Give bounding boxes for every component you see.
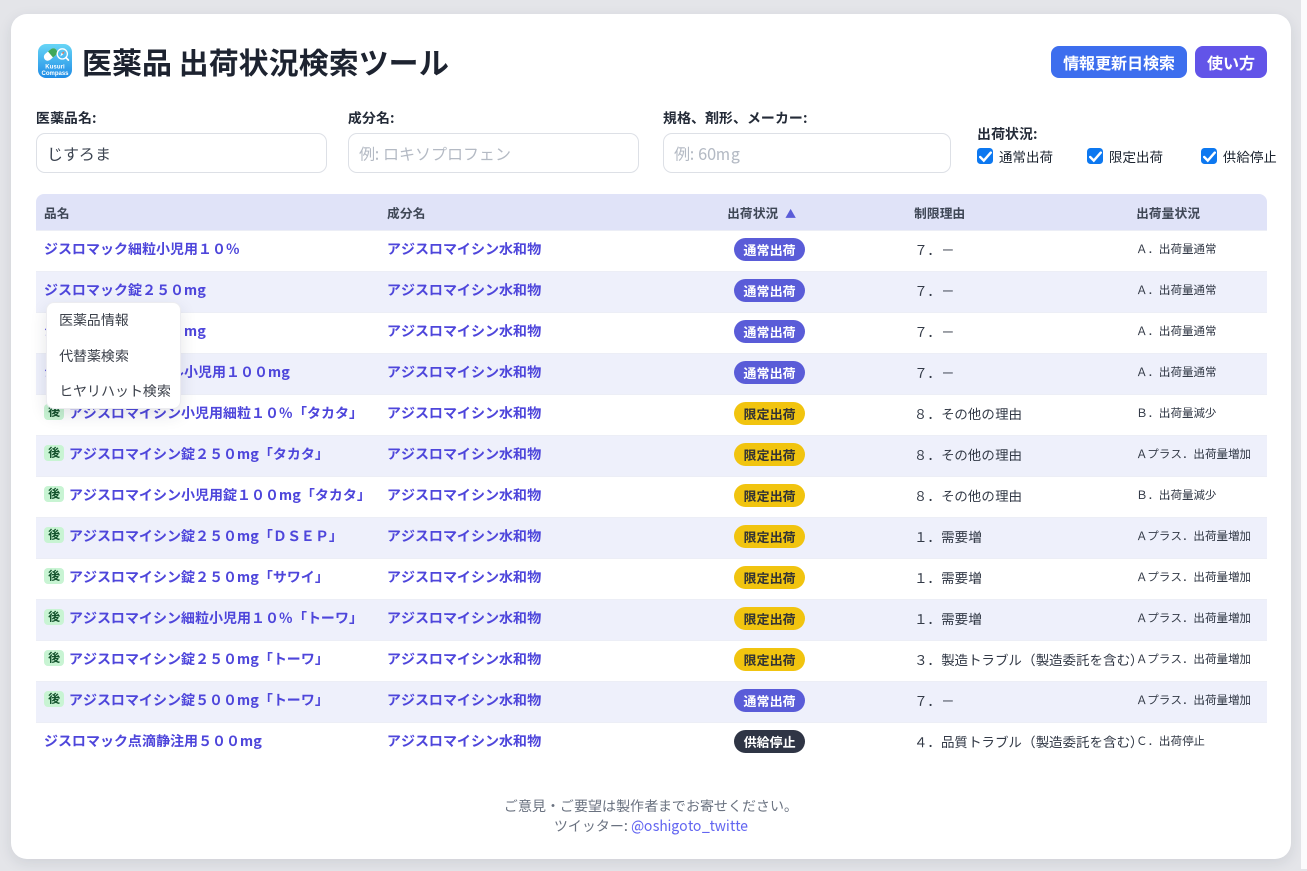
svg-text:Kusuri: Kusuri xyxy=(45,64,65,70)
svg-text:Compass: Compass xyxy=(41,71,69,77)
